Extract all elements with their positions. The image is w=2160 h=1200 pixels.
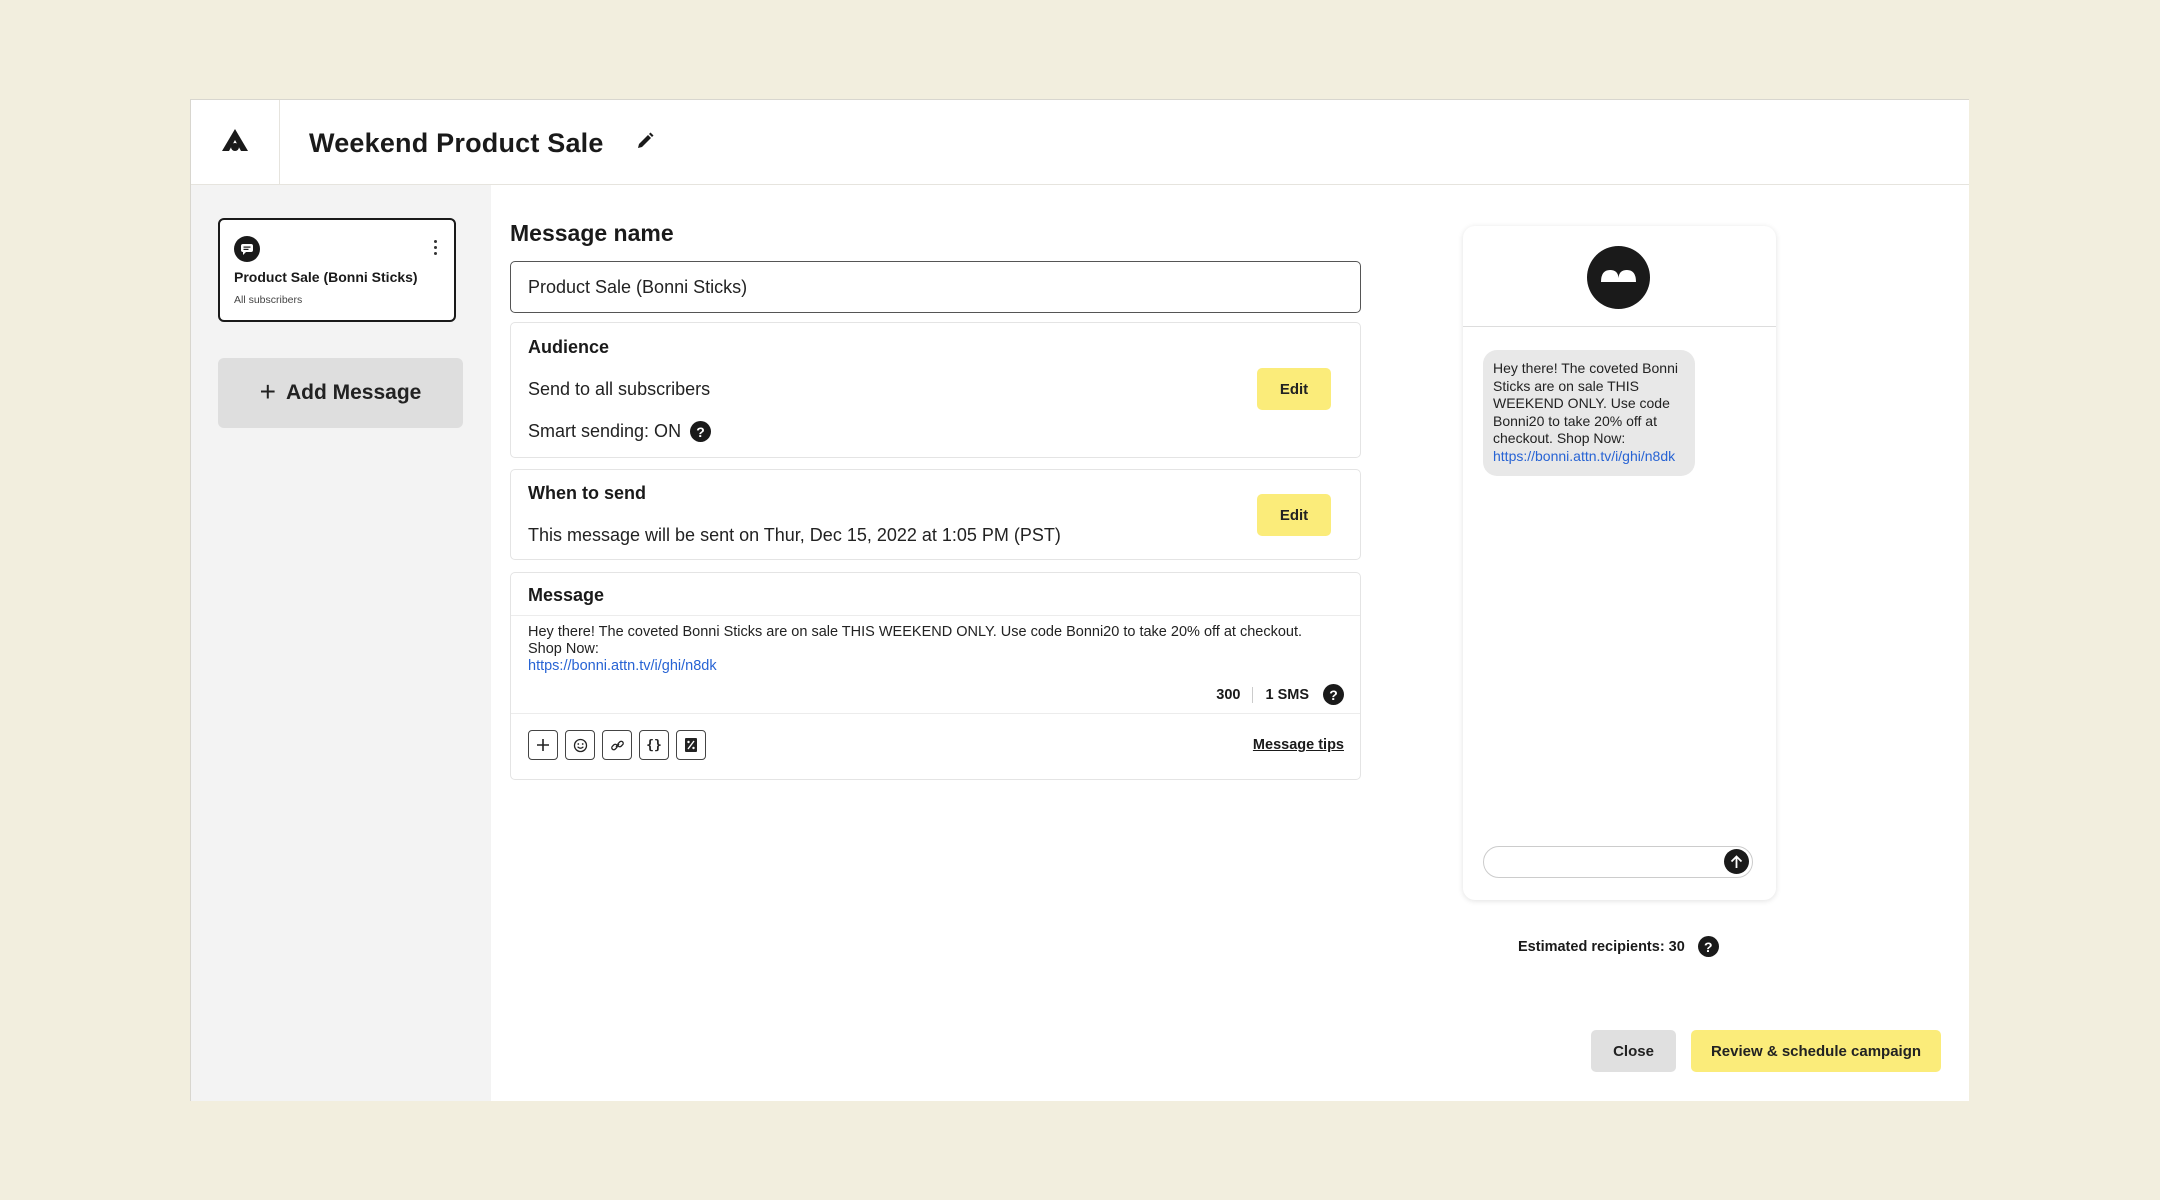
review-schedule-button[interactable]: Review & schedule campaign xyxy=(1691,1030,1941,1072)
chat-bubble-icon xyxy=(234,236,260,262)
close-button[interactable]: Close xyxy=(1591,1030,1676,1072)
message-panel: Message Hey there! The coveted Bonni Sti… xyxy=(510,572,1361,780)
character-count: 300 xyxy=(1216,686,1241,703)
message-name-label: Message name xyxy=(510,220,674,246)
preview-reply-input[interactable] xyxy=(1483,846,1753,878)
header: Weekend Product Sale xyxy=(191,100,1969,185)
phone-preview: Hey there! The coveted Bonni Sticks are … xyxy=(1463,226,1776,900)
attentive-logo-icon xyxy=(222,128,248,156)
phone-header xyxy=(1463,226,1776,327)
message-body-text: Hey there! The coveted Bonni Sticks are … xyxy=(528,624,1303,657)
audience-send-to: Send to all subscribers xyxy=(528,379,711,399)
add-message-button[interactable]: + Add Message xyxy=(218,358,463,428)
message-name-input[interactable]: Product Sale (Bonni Sticks) xyxy=(510,261,1361,313)
preview-message-text: Hey there! The coveted Bonni Sticks are … xyxy=(1493,360,1678,447)
message-title: Message xyxy=(528,585,605,605)
message-body-link[interactable]: https://bonni.attn.tv/i/ghi/n8dk xyxy=(528,658,717,674)
send-arrow-icon[interactable] xyxy=(1724,849,1749,874)
campaign-editor-window: Weekend Product Sale Product Sale (Bonni… xyxy=(190,99,1969,1101)
sms-count: 1 SMS xyxy=(1265,686,1309,703)
estimated-recipients: Estimated recipients: 30 ? xyxy=(1518,936,1719,957)
message-card-subtitle: All subscribers xyxy=(234,294,303,306)
plus-icon: + xyxy=(259,375,276,407)
audience-panel: Audience Send to all subscribers Smart s… xyxy=(510,322,1361,458)
logo[interactable] xyxy=(191,100,280,184)
add-message-label: Add Message xyxy=(285,381,422,404)
message-counts: 300 1 SMS ? xyxy=(1216,684,1344,705)
link-icon[interactable] xyxy=(602,730,632,760)
help-icon[interactable]: ? xyxy=(1697,936,1719,957)
audience-edit-button[interactable]: Edit xyxy=(1257,368,1331,410)
help-icon[interactable]: ? xyxy=(1323,684,1344,705)
message-tips-link[interactable]: Message tips xyxy=(1253,737,1344,753)
help-icon[interactable]: ? xyxy=(690,421,712,442)
discount-icon[interactable] xyxy=(676,730,706,760)
estimated-recipients-text: Estimated recipients: 30 xyxy=(1518,938,1685,955)
sidebar: Product Sale (Bonni Sticks) All subscrib… xyxy=(191,185,491,1101)
when-to-send-edit-button[interactable]: Edit xyxy=(1257,494,1331,536)
when-to-send-title: When to send xyxy=(528,483,646,503)
message-body[interactable]: Hey there! The coveted Bonni Sticks are … xyxy=(528,624,1328,675)
preview-message-bubble: Hey there! The coveted Bonni Sticks are … xyxy=(1483,350,1695,476)
pencil-icon[interactable] xyxy=(636,132,654,155)
smart-sending-row: Smart sending: ON ? xyxy=(528,421,712,442)
preview-message-link[interactable]: https://bonni.attn.tv/i/ghi/n8dk xyxy=(1493,448,1675,464)
more-options-icon[interactable] xyxy=(434,240,438,258)
when-to-send-panel: When to send This message will be sent o… xyxy=(510,469,1361,560)
emoji-icon[interactable] xyxy=(565,730,595,760)
audience-title: Audience xyxy=(528,337,610,357)
when-to-send-text: This message will be sent on Thur, Dec 1… xyxy=(528,525,1061,545)
avatar xyxy=(1587,246,1650,309)
plus-icon[interactable] xyxy=(528,730,558,760)
message-card-title: Product Sale (Bonni Sticks) xyxy=(234,269,418,285)
message-card[interactable]: Product Sale (Bonni Sticks) All subscrib… xyxy=(218,218,456,322)
message-toolbar: {} xyxy=(528,730,706,760)
smart-sending-text: Smart sending: ON xyxy=(528,421,682,441)
braces-icon[interactable]: {} xyxy=(639,730,669,760)
campaign-title: Weekend Product Sale xyxy=(309,128,604,158)
